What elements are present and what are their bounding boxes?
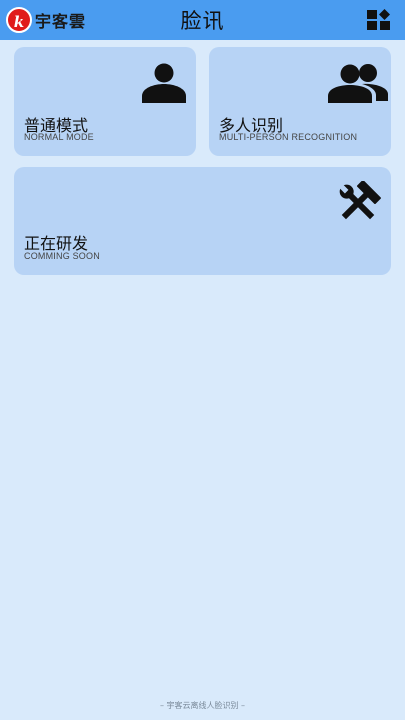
person-icon: [142, 63, 186, 103]
dashboard-grid-icon: [367, 9, 390, 30]
multi-person-subtitle: MULTI-PERSON RECOGNITION: [219, 132, 358, 142]
dashboard-grid-button[interactable]: [367, 9, 391, 31]
footer-text: – 宇客云离线人脸识别 –: [159, 701, 246, 710]
normal-mode-subtitle: NORMAL MODE: [24, 132, 94, 142]
logo-text: 宇客雲: [35, 12, 87, 31]
coming-soon-subtitle: COMMING SOON: [24, 251, 100, 261]
coming-soon-card[interactable]: 正在研发 COMMING SOON: [14, 167, 391, 275]
tools-icon: [339, 181, 381, 220]
page-title: 脸讯: [180, 9, 225, 33]
multi-person-card[interactable]: 多人识别 MULTI-PERSON RECOGNITION: [209, 47, 391, 156]
group-icon: [328, 64, 388, 103]
brand-logo: k 宇客雲: [6, 7, 86, 33]
normal-mode-card[interactable]: 普通模式 NORMAL MODE: [14, 47, 196, 156]
app-header: k 宇客雲 脸讯: [0, 0, 405, 40]
logo-mark-icon: k: [6, 7, 32, 33]
